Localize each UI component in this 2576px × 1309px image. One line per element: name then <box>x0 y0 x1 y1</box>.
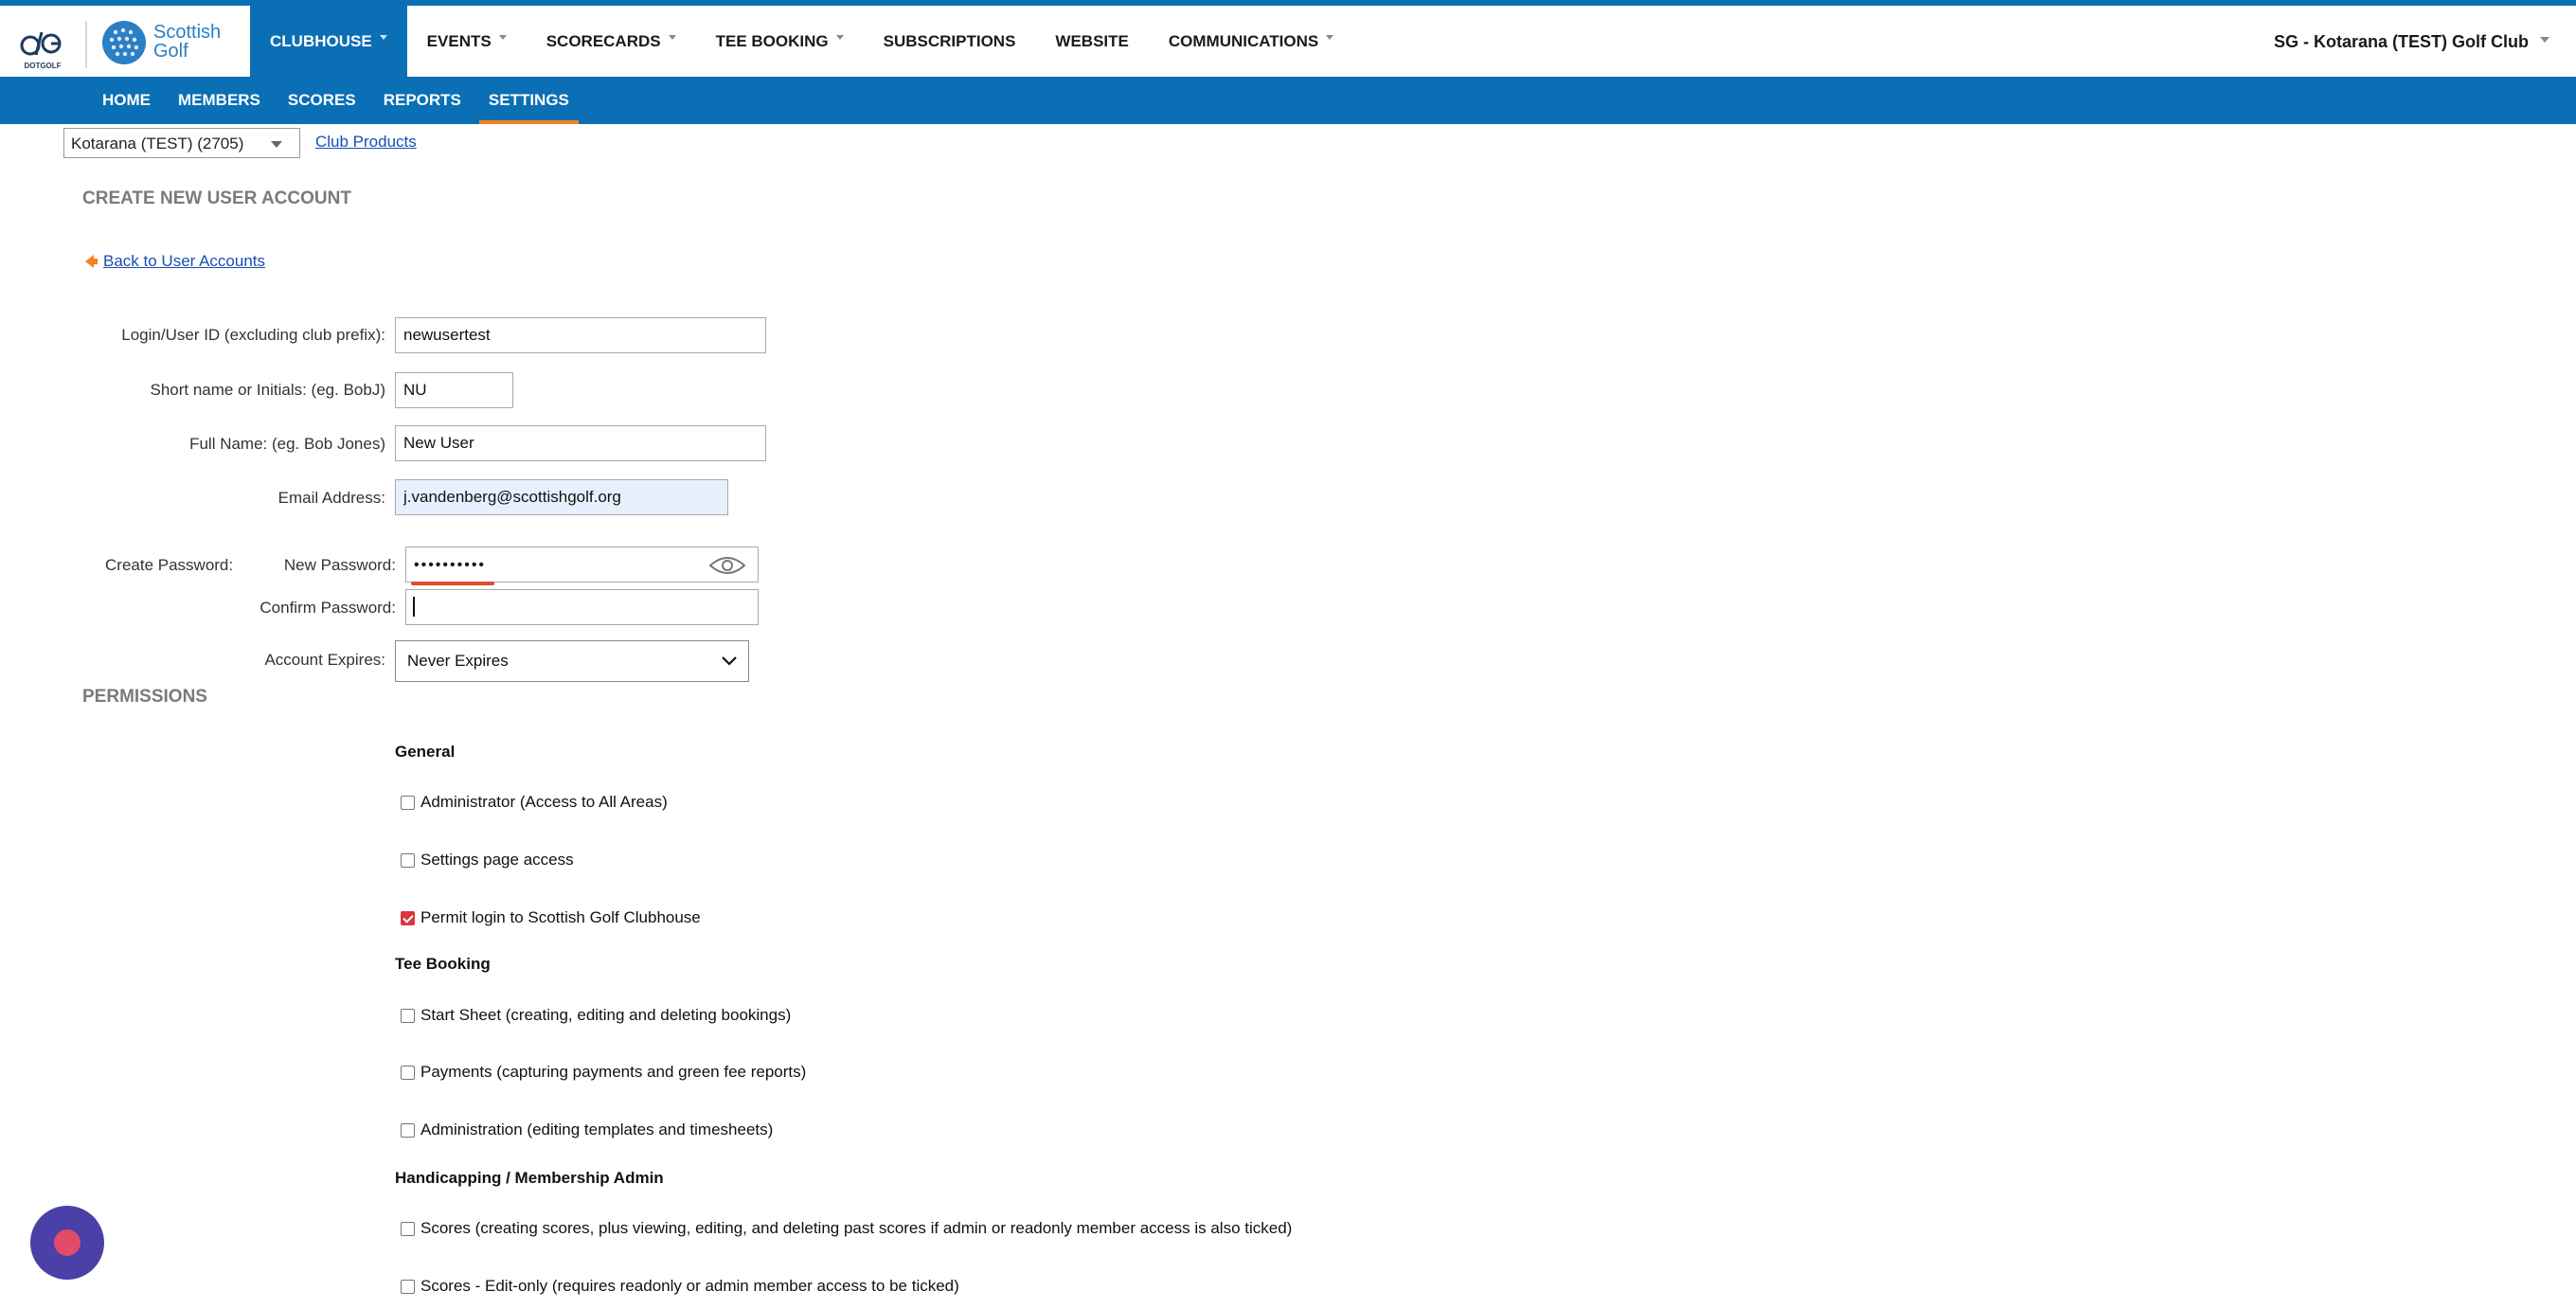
chevron-down-icon <box>271 141 282 148</box>
perm-start-sheet: Start Sheet (creating, editing and delet… <box>401 1006 791 1025</box>
perm-scores-edit-only-checkbox[interactable] <box>401 1279 415 1294</box>
main-nav: CLUBHOUSE EVENTS SCORECARDS TEE BOOKING … <box>250 6 1353 77</box>
perm-administrator-checkbox[interactable] <box>401 795 415 810</box>
club-select[interactable]: Kotarana (TEST) (2705) <box>63 128 300 158</box>
sub-nav: HOME MEMBERS SCORES REPORTS SETTINGS <box>0 77 2576 124</box>
subnav-reports[interactable]: REPORTS <box>374 77 471 124</box>
nav-clubhouse[interactable]: CLUBHOUSE <box>250 6 407 77</box>
permissions-title: PERMISSIONS <box>82 687 207 707</box>
perm-settings-access-label: Settings page access <box>420 851 574 869</box>
back-to-user-accounts[interactable]: Back to User Accounts <box>85 252 265 271</box>
perm-administrator: Administrator (Access to All Areas) <box>401 793 668 812</box>
arrow-left-icon <box>85 255 98 268</box>
perm-payments: Payments (capturing payments and green f… <box>401 1063 806 1082</box>
chat-launcher-button[interactable] <box>30 1206 104 1280</box>
email-label: Email Address: <box>277 489 385 507</box>
login-label: Login/User ID (excluding club prefix): <box>121 326 385 344</box>
password-strength-bar <box>411 582 494 585</box>
new-password-value: •••••••••• <box>414 557 487 573</box>
full-name-label: Full Name: (eg. Bob Jones) <box>189 435 385 453</box>
new-password-label: New Password: <box>283 556 396 574</box>
chevron-down-icon <box>498 35 507 40</box>
perm-payments-label: Payments (capturing payments and green f… <box>420 1063 807 1081</box>
perm-permit-login: Permit login to Scottish Golf Clubhouse <box>401 908 701 927</box>
perm-tee-administration: Administration (editing templates and ti… <box>401 1121 773 1139</box>
perm-permit-login-label: Permit login to Scottish Golf Clubhouse <box>420 908 701 926</box>
create-password-label: Create Password: <box>105 556 234 574</box>
group-general-heading: General <box>395 743 456 761</box>
nav-tee-booking[interactable]: TEE BOOKING <box>696 6 864 77</box>
subnav-home[interactable]: HOME <box>93 77 160 124</box>
confirm-password-input[interactable] <box>405 589 759 625</box>
dotgolf-logo-text: DOTGOLF <box>24 62 61 70</box>
account-expires-select[interactable]: Never Expires <box>395 640 749 682</box>
subnav-members[interactable]: MEMBERS <box>169 77 270 124</box>
club-switcher[interactable]: SG - Kotarana (TEST) Golf Club <box>2274 32 2529 52</box>
perm-scores-checkbox[interactable] <box>401 1221 415 1236</box>
nav-subscriptions[interactable]: SUBSCRIPTIONS <box>864 6 1036 77</box>
nav-website[interactable]: WEBSITE <box>1035 6 1148 77</box>
dotgolf-logo[interactable]: DOTGOLF <box>17 19 68 70</box>
perm-settings-access: Settings page access <box>401 851 574 870</box>
account-expires-value: Never Expires <box>407 652 509 670</box>
scottish-golf-wordmark: Scottish Golf <box>153 22 222 62</box>
perm-scores-edit-only: Scores - Edit-only (requires readonly or… <box>401 1277 959 1296</box>
perm-scores-edit-only-label: Scores - Edit-only (requires readonly or… <box>420 1277 959 1295</box>
new-password-input[interactable]: •••••••••• <box>405 547 759 583</box>
login-id-input[interactable] <box>395 317 766 353</box>
chevron-down-icon <box>722 656 737 666</box>
confirm-password-label: Confirm Password: <box>259 599 396 617</box>
top-navbar: DOTGOLF Scottish Golf CLUBHOUSE EVENTS S… <box>0 6 2576 77</box>
group-handicapping-heading: Handicapping / Membership Admin <box>395 1169 664 1187</box>
chevron-down-icon[interactable] <box>2540 37 2549 43</box>
back-link-text[interactable]: Back to User Accounts <box>103 252 265 271</box>
email-input[interactable] <box>395 479 728 515</box>
chevron-down-icon <box>835 35 844 40</box>
scottish-golf-logo[interactable]: Scottish Golf <box>100 19 233 68</box>
perm-permit-login-checkbox[interactable] <box>401 910 415 925</box>
perm-start-sheet-label: Start Sheet (creating, editing and delet… <box>420 1006 792 1024</box>
perm-payments-checkbox[interactable] <box>401 1065 415 1080</box>
chat-icon <box>54 1229 80 1256</box>
text-cursor <box>413 597 415 617</box>
chevron-down-icon <box>1326 35 1334 40</box>
perm-tee-administration-checkbox[interactable] <box>401 1122 415 1138</box>
logo-separator <box>85 21 87 68</box>
short-name-label: Short name or Initials: (eg. BobJ) <box>150 381 385 399</box>
perm-settings-access-checkbox[interactable] <box>401 852 415 868</box>
full-name-input[interactable] <box>395 425 766 461</box>
chevron-down-icon <box>379 35 387 40</box>
short-name-input[interactable] <box>395 372 513 408</box>
nav-events[interactable]: EVENTS <box>407 6 527 77</box>
perm-start-sheet-checkbox[interactable] <box>401 1008 415 1023</box>
group-tee-booking-heading: Tee Booking <box>395 955 491 973</box>
golf-ball-icon <box>102 21 146 64</box>
nav-communications[interactable]: COMMUNICATIONS <box>1149 6 1353 77</box>
eye-icon[interactable] <box>708 553 746 578</box>
subnav-scores[interactable]: SCORES <box>278 77 366 124</box>
page-title: CREATE NEW USER ACCOUNT <box>82 188 351 208</box>
account-expires-label: Account Expires: <box>264 651 385 669</box>
perm-scores-label: Scores (creating scores, plus viewing, e… <box>420 1219 1293 1237</box>
club-products-link[interactable]: Club Products <box>315 133 417 152</box>
club-select-value: Kotarana (TEST) (2705) <box>71 134 244 152</box>
perm-scores: Scores (creating scores, plus viewing, e… <box>401 1219 1292 1238</box>
perm-tee-administration-label: Administration (editing templates and ti… <box>420 1121 774 1139</box>
chevron-down-icon <box>668 35 676 40</box>
perm-administrator-label: Administrator (Access to All Areas) <box>420 793 668 811</box>
nav-scorecards[interactable]: SCORECARDS <box>527 6 696 77</box>
subnav-settings[interactable]: SETTINGS <box>478 77 579 124</box>
